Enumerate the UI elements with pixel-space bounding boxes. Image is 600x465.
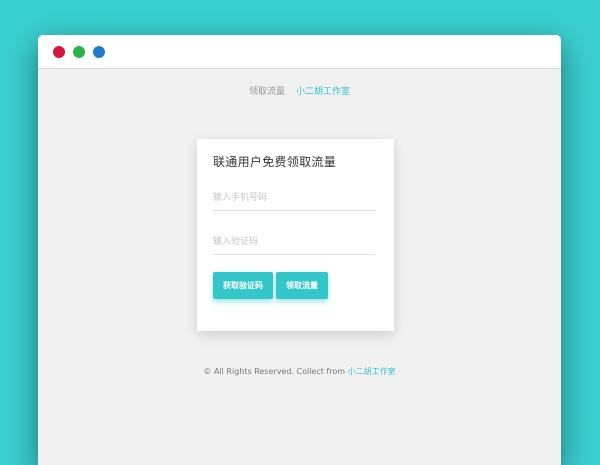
- phone-input[interactable]: [213, 186, 375, 211]
- card-title: 联通用户免费领取流量: [213, 155, 337, 169]
- maximize-dot-icon[interactable]: [93, 46, 105, 58]
- top-nav: 领取流量 小二胡工作室: [38, 86, 561, 98]
- nav-link-studio[interactable]: 小二胡工作室: [296, 87, 350, 97]
- footer-link[interactable]: 小二胡工作室: [348, 367, 396, 376]
- verification-code-input[interactable]: [213, 230, 375, 255]
- footer: © All Rights Reserved. Collect from 小二胡工…: [38, 366, 561, 377]
- get-code-button[interactable]: 获取验证码: [213, 272, 273, 299]
- browser-window: 领取流量 小二胡工作室 联通用户免费领取流量 获取验证码 领取流量 © All …: [38, 35, 561, 465]
- close-dot-icon[interactable]: [53, 46, 65, 58]
- footer-copyright: © All Rights Reserved. Collect from: [203, 367, 348, 376]
- minimize-dot-icon[interactable]: [73, 46, 85, 58]
- nav-link-claim-traffic[interactable]: 领取流量: [249, 87, 285, 97]
- window-titlebar: [38, 35, 561, 69]
- login-card: 联通用户免费领取流量 获取验证码 领取流量: [197, 139, 394, 331]
- claim-traffic-button[interactable]: 领取流量: [276, 272, 328, 299]
